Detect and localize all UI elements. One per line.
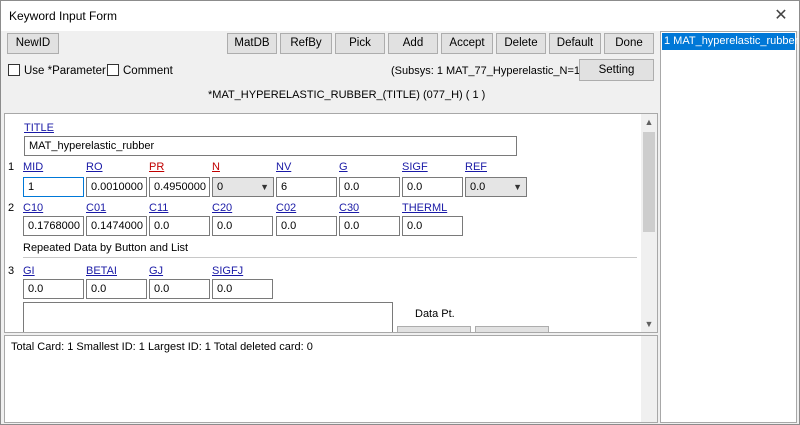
sigfj-label: SIGFJ xyxy=(212,265,244,277)
refby-button[interactable]: RefBy xyxy=(280,33,332,54)
therml-label: THERML xyxy=(402,202,448,214)
pick-button[interactable]: Pick xyxy=(335,33,385,54)
ref-select-value: 0.0 xyxy=(470,181,486,193)
gj-input[interactable]: 0.0 xyxy=(149,279,210,299)
c11-input[interactable]: 0.0 xyxy=(149,216,210,236)
card-panel-scrollbar[interactable]: ▲ ▼ xyxy=(641,114,657,332)
mid-label: MID xyxy=(23,161,44,173)
data-pt-button[interactable] xyxy=(397,326,471,332)
chevron-down-icon[interactable]: ▼ xyxy=(641,316,657,332)
gj-label: GJ xyxy=(149,265,164,277)
newid-button[interactable]: NewID xyxy=(7,33,59,54)
matdb-button[interactable]: MatDB xyxy=(227,33,277,54)
title-input[interactable]: MAT_hyperelastic_rubber xyxy=(24,136,517,156)
c11-label: C11 xyxy=(149,202,169,214)
repeated-data-label: Repeated Data by Button and List xyxy=(23,242,189,254)
chevron-down-icon: ▼ xyxy=(513,182,522,192)
gi-label: GI xyxy=(23,265,35,277)
c20-label: C20 xyxy=(212,202,233,214)
c01-label: C01 xyxy=(86,202,107,214)
card-panel[interactable]: TITLE MAT_hyperelastic_rubber 1 MID RO P… xyxy=(4,113,658,333)
checkbox-box xyxy=(107,64,119,76)
use-parameter-checkbox[interactable]: Use *Parameter xyxy=(8,64,106,77)
card-title: *MAT_HYPERELASTIC_RUBBER_(TITLE) (077_H)… xyxy=(208,89,486,101)
keyword-list[interactable]: 1 MAT_hyperelastic_rubber xyxy=(660,31,798,423)
chevron-down-icon: ▼ xyxy=(260,182,269,192)
status-text: Total Card: 1 Smallest ID: 1 Largest ID:… xyxy=(11,341,313,353)
list-item[interactable]: 1 MAT_hyperelastic_rubber xyxy=(662,33,798,50)
c10-label: C10 xyxy=(23,202,44,214)
checkbox-box xyxy=(8,64,20,76)
row-number: 1 xyxy=(8,161,15,173)
title-label: TITLE xyxy=(24,122,54,134)
ro-input[interactable]: 0.0010000 xyxy=(86,177,147,197)
sigf-label: SIGF xyxy=(402,161,428,173)
add-button[interactable]: Add xyxy=(388,33,438,54)
window-title: Keyword Input Form xyxy=(9,9,118,23)
scroll-thumb[interactable] xyxy=(643,132,655,232)
default-button[interactable]: Default xyxy=(549,33,601,54)
n-select[interactable]: 0 ▼ xyxy=(212,177,274,197)
pr-input[interactable]: 0.4950000 xyxy=(149,177,210,197)
nv-input[interactable]: 6 xyxy=(276,177,337,197)
sigf-input[interactable]: 0.0 xyxy=(402,177,463,197)
g-label: G xyxy=(339,161,348,173)
done-button[interactable]: Done xyxy=(604,33,654,54)
title-bar: Keyword Input Form ✕ xyxy=(1,1,799,31)
therml-input[interactable]: 0.0 xyxy=(402,216,463,236)
comment-checkbox[interactable]: Comment xyxy=(107,64,173,77)
c01-input[interactable]: 0.1474000 xyxy=(86,216,147,236)
c02-label: C02 xyxy=(276,202,297,214)
use-parameter-label: Use *Parameter xyxy=(24,65,106,77)
c02-input[interactable]: 0.0 xyxy=(276,216,337,236)
status-panel: Total Card: 1 Smallest ID: 1 Largest ID:… xyxy=(4,335,658,423)
keyword-input-window: Keyword Input Form ✕ NewID MatDB RefBy P… xyxy=(0,0,800,425)
c10-input[interactable]: 0.1768000 xyxy=(23,216,84,236)
status-scrollbar[interactable] xyxy=(641,336,657,422)
chevron-up-icon[interactable]: ▲ xyxy=(641,114,657,130)
n-select-value: 0 xyxy=(217,181,224,193)
section-divider xyxy=(23,257,637,258)
g-input[interactable]: 0.0 xyxy=(339,177,400,197)
accept-button[interactable]: Accept xyxy=(441,33,493,54)
ro-label: RO xyxy=(86,161,103,173)
betai-input[interactable]: 0.0 xyxy=(86,279,147,299)
c20-input[interactable]: 0.0 xyxy=(212,216,273,236)
comment-label: Comment xyxy=(123,65,173,77)
betai-label: BETAI xyxy=(86,265,117,277)
n-label: N xyxy=(212,161,220,173)
nv-label: NV xyxy=(276,161,292,173)
pr-label: PR xyxy=(149,161,165,173)
repeated-data-list[interactable] xyxy=(23,302,393,332)
delete-button[interactable]: Delete xyxy=(496,33,546,54)
c30-label: C30 xyxy=(339,202,360,214)
mid-input[interactable]: 1 xyxy=(23,177,84,197)
setting-button[interactable]: Setting xyxy=(579,59,654,81)
row-number: 3 xyxy=(8,265,15,277)
close-icon[interactable]: ✕ xyxy=(769,5,793,27)
row-number: 2 xyxy=(8,202,15,214)
data-pt-button[interactable] xyxy=(475,326,549,332)
subsys-text: (Subsys: 1 MAT_77_Hyperelastic_N=1.k) xyxy=(391,65,593,77)
sigfj-input[interactable]: 0.0 xyxy=(212,279,273,299)
c30-input[interactable]: 0.0 xyxy=(339,216,400,236)
ref-label: REF xyxy=(465,161,487,173)
ref-select[interactable]: 0.0 ▼ xyxy=(465,177,527,197)
data-pt-label: Data Pt. xyxy=(415,308,455,320)
gi-input[interactable]: 0.0 xyxy=(23,279,84,299)
